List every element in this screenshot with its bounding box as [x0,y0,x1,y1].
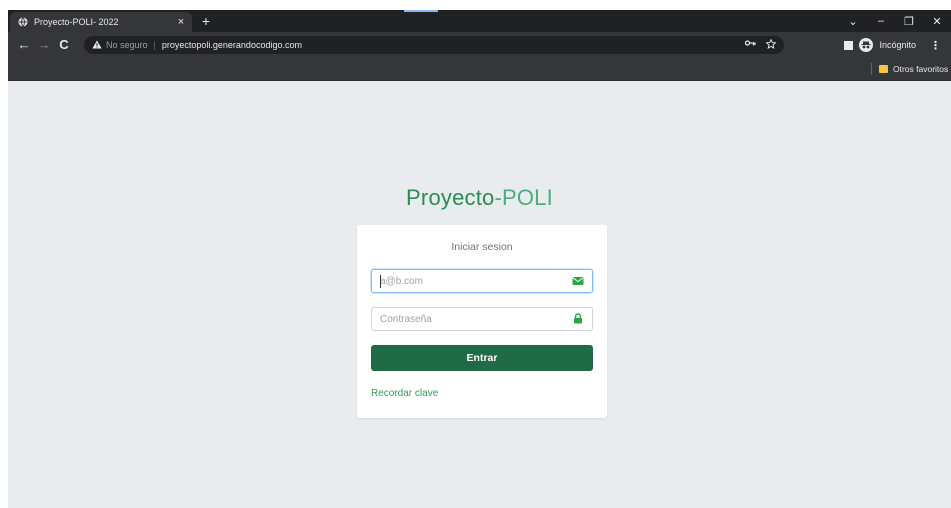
brand-part-1: Proyecto [406,185,495,210]
password-field[interactable] [371,307,593,331]
enter-button[interactable]: Entrar [371,345,593,371]
minimize-icon[interactable]: – [867,15,895,27]
other-bookmarks-label: Otros favoritos [893,64,949,74]
close-window-icon[interactable]: ✕ [923,15,951,28]
tab-close-icon[interactable]: × [174,16,188,28]
window-controls: ⌄ – ❐ ✕ [839,10,951,32]
omnibox-actions [744,37,777,52]
bookmark-star-icon[interactable] [765,37,777,52]
email-input[interactable] [372,270,570,292]
forward-arrow-icon[interactable]: → [34,35,54,55]
browser-window: Proyecto-POLI- 2022 × + ⌄ – ❐ ✕ ← → C No… [8,10,951,508]
brand-title: Proyecto-POLI [8,185,951,211]
more-menu-icon[interactable]: ⋮ [930,39,941,52]
security-status[interactable]: No seguro [106,40,148,50]
restore-icon[interactable]: ❐ [895,15,923,28]
email-field[interactable] [371,269,593,293]
address-separator: | [153,40,156,50]
password-input[interactable] [372,308,570,330]
url-text[interactable]: proyectopoli.generandocodigo.com [162,40,302,50]
back-arrow-icon[interactable]: ← [14,35,34,55]
login-card: Iniciar sesion Entrar Recordar clave [357,225,607,418]
new-tab-button[interactable]: + [198,13,214,29]
remember-password-link[interactable]: Recordar clave [371,388,438,399]
browser-toolbar: ← → C No seguro | proyectopoli.generando… [8,32,951,58]
envelope-icon [572,277,584,285]
bookmarks-divider [871,63,872,75]
reload-icon[interactable]: C [54,35,74,55]
brand-part-2: -POLI [494,185,553,210]
toolbar-right: Incógnito ⋮ [844,36,941,54]
incognito-icon[interactable] [859,38,874,52]
login-title: Iniciar sesion [451,241,513,253]
page-content: Proyecto-POLI Iniciar sesion Entrar Reco… [8,81,951,508]
tab-strip: Proyecto-POLI- 2022 × + ⌄ – ❐ ✕ [8,10,951,32]
other-bookmarks-folder[interactable]: Otros favoritos [879,61,948,77]
globe-icon [18,17,28,27]
key-icon[interactable] [744,39,756,52]
warning-icon [92,40,102,51]
side-panel-icon[interactable] [844,40,854,50]
profile-label[interactable]: Incógnito [879,40,916,50]
tab-proyecto-poli[interactable]: Proyecto-POLI- 2022 × [10,12,192,32]
tab-title: Proyecto-POLI- 2022 [34,17,119,27]
text-caret [380,275,381,288]
folder-icon [879,65,888,73]
loading-accent [404,10,438,12]
address-bar[interactable]: No seguro | proyectopoli.generandocodigo… [84,36,784,54]
bookmarks-bar: Otros favoritos [8,58,951,81]
lock-icon [574,313,582,324]
tab-search-icon[interactable]: ⌄ [839,15,867,28]
